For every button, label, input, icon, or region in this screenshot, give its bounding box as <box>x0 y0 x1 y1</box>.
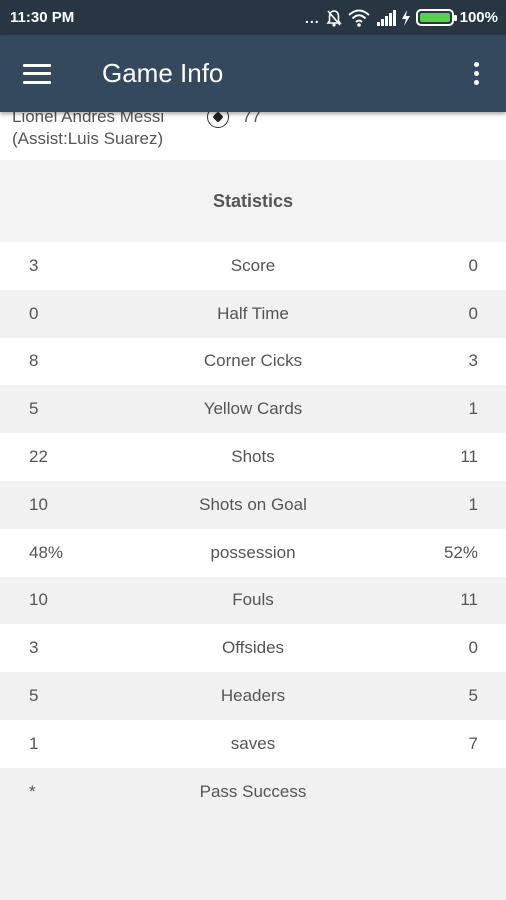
stat-label: Half Time <box>217 303 289 323</box>
event-assist: (Assist:Luis Suarez) <box>12 129 164 148</box>
stat-away-value: 11 <box>460 447 478 467</box>
stat-away-value: 11 <box>460 590 478 610</box>
stat-label: Corner Cicks <box>203 351 303 371</box>
stat-row-offsides: 3 Offsides 0 <box>0 624 506 673</box>
stat-label: saves <box>230 733 276 753</box>
statistics-table: 3 Score 0 0 Half Time 0 8 Corner Cicks 3… <box>0 242 506 816</box>
stat-row-yellow-cards: 5 Yellow Cards 1 <box>0 385 506 434</box>
charging-icon <box>401 9 410 26</box>
stat-row-shots-on-goal: 10 Shots on Goal 1 <box>0 480 506 529</box>
battery-percent: 100% <box>459 9 498 26</box>
stat-label: Score <box>230 255 276 275</box>
event-player-info: Lionel Andres Messi (Assist:Luis Suarez) <box>12 106 164 150</box>
stat-row-headers: 5 Headers 5 <box>0 672 506 720</box>
mute-icon <box>326 9 342 27</box>
stat-label: Headers <box>220 686 286 706</box>
stat-row-possession: 48% possession 52% <box>0 528 506 577</box>
stat-label: Yellow Cards <box>203 399 303 419</box>
stat-row-shots: 22 Shots 11 <box>0 433 506 481</box>
stat-away-value: 1 <box>468 494 478 514</box>
more-vert-icon[interactable] <box>446 35 506 112</box>
stat-away-value: 3 <box>468 351 478 371</box>
signal-icon <box>376 9 396 26</box>
page-title: Game Info <box>102 58 224 88</box>
stat-away-value: 0 <box>468 303 478 323</box>
stat-away-value: 52% <box>443 542 478 562</box>
status-icons: ... 100% <box>305 9 498 27</box>
hamburger-icon[interactable] <box>0 35 80 112</box>
status-time: 11:30 PM <box>10 9 75 26</box>
stat-row-score: 3 Score 0 <box>0 242 506 290</box>
stat-row-pass-success: * Pass Success <box>0 767 506 816</box>
stat-label: possession <box>210 542 296 562</box>
stat-away-value: 1 <box>468 399 478 419</box>
stat-away-value: 0 <box>468 255 478 275</box>
wifi-icon <box>347 9 370 27</box>
app-bar: Game Info <box>0 35 506 112</box>
notification-dots: ... <box>304 9 320 26</box>
stat-row-saves: 1 saves 7 <box>0 719 506 768</box>
stat-label: Fouls <box>232 590 274 610</box>
status-bar: 11:30 PM ... 100% <box>0 0 506 35</box>
stat-away-value: 5 <box>468 686 478 706</box>
battery-icon <box>415 9 457 26</box>
statistics-heading: Statistics <box>0 160 506 242</box>
stat-label: Shots <box>231 447 275 467</box>
stat-row-corner-kicks: 8 Corner Cicks 3 <box>0 337 506 386</box>
stat-label: Pass Success <box>199 781 307 801</box>
stat-label: Offsides <box>221 638 285 658</box>
stat-away-value: 7 <box>468 733 478 753</box>
stat-row-half-time: 0 Half Time 0 <box>0 289 506 338</box>
stat-label: Shots on Goal <box>199 494 307 514</box>
stat-row-fouls: 10 Fouls 11 <box>0 576 506 625</box>
stat-away-value: 0 <box>468 638 478 658</box>
